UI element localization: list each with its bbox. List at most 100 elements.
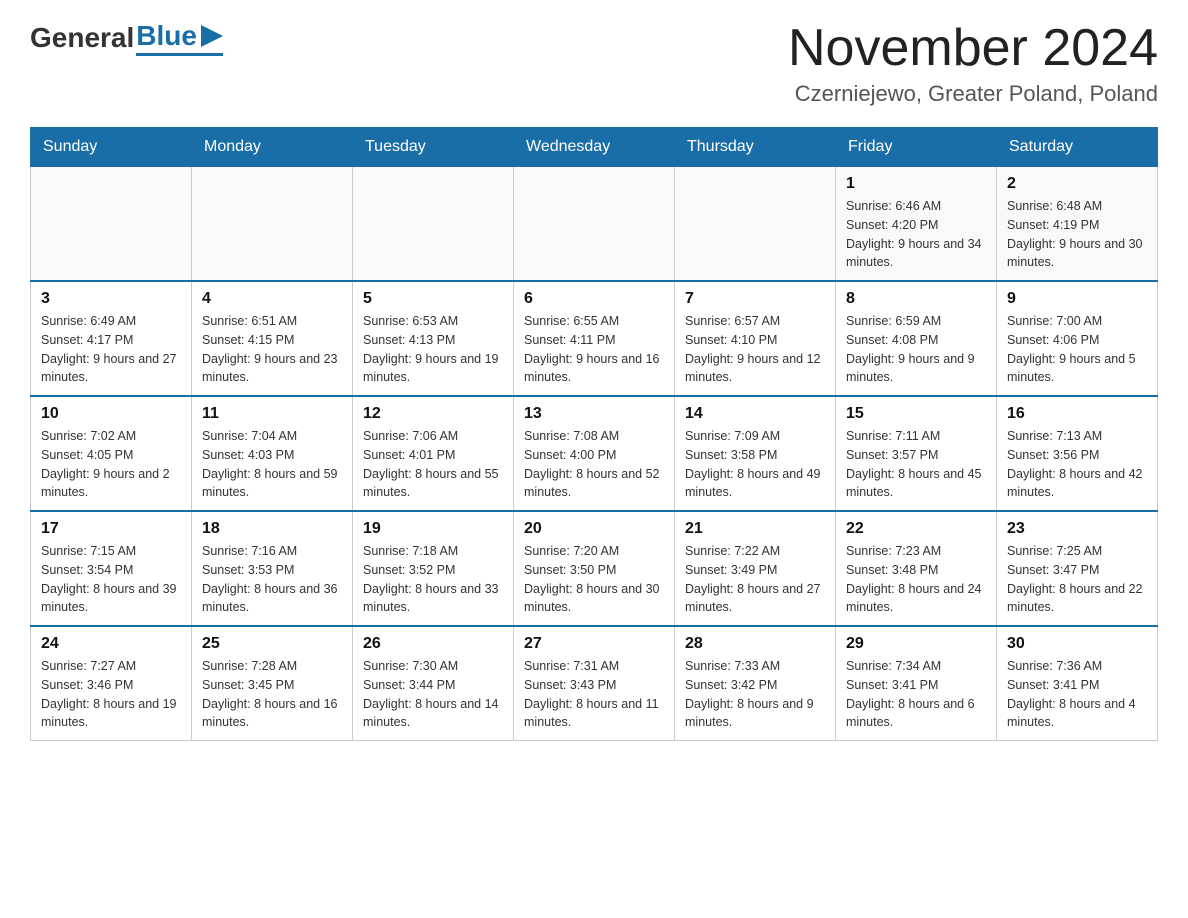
calendar-cell: 8 Sunrise: 6:59 AMSunset: 4:08 PMDaylight… [836, 281, 997, 396]
calendar-cell: 25 Sunrise: 7:28 AMSunset: 3:45 PMDayligh… [192, 626, 353, 741]
calendar-cell: 7Sunrise: 6:57 AMSunset: 4:10 PMDaylight… [675, 281, 836, 396]
day-info: Sunrise: 7:33 AMSunset: 3:42 PMDaylight:… [685, 657, 825, 732]
calendar-cell: 27 Sunrise: 7:31 AMSunset: 3:43 PMDayligh… [514, 626, 675, 741]
day-number: 25 [202, 635, 342, 653]
day-number: 22 [846, 520, 986, 538]
calendar-cell: 14 Sunrise: 7:09 AMSunset: 3:58 PMDayligh… [675, 396, 836, 511]
calendar-cell: 5Sunrise: 6:53 AMSunset: 4:13 PMDaylight… [353, 281, 514, 396]
day-number: 21 [685, 520, 825, 538]
day-info: Sunrise: 7:34 AMSunset: 3:41 PMDaylight:… [846, 657, 986, 732]
calendar-week-row: 1 Sunrise: 6:46 AMSunset: 4:20 PMDaylight… [31, 167, 1158, 282]
month-title: November 2024 [788, 20, 1158, 77]
day-info: Sunrise: 7:02 AMSunset: 4:05 PMDaylight:… [41, 427, 181, 502]
calendar-cell [192, 167, 353, 282]
day-info: Sunrise: 6:53 AMSunset: 4:13 PMDaylight:… [363, 312, 503, 387]
calendar-cell: 12 Sunrise: 7:06 AMSunset: 4:01 PMDayligh… [353, 396, 514, 511]
day-number: 17 [41, 520, 181, 538]
calendar-week-row: 17 Sunrise: 7:15 AMSunset: 3:54 PMDayligh… [31, 511, 1158, 626]
day-number: 7 [685, 290, 825, 308]
calendar-cell: 2Sunrise: 6:48 AMSunset: 4:19 PMDaylight… [997, 167, 1158, 282]
weekday-header-tuesday: Tuesday [353, 128, 514, 167]
calendar-table: SundayMondayTuesdayWednesdayThursdayFrid… [30, 127, 1158, 741]
day-info: Sunrise: 6:59 AMSunset: 4:08 PMDaylight:… [846, 312, 986, 387]
calendar-cell: 26Sunrise: 7:30 AMSunset: 3:44 PMDayligh… [353, 626, 514, 741]
calendar-cell: 15 Sunrise: 7:11 AMSunset: 3:57 PMDayligh… [836, 396, 997, 511]
day-number: 3 [41, 290, 181, 308]
day-info: Sunrise: 7:15 AMSunset: 3:54 PMDaylight:… [41, 542, 181, 617]
day-info: Sunrise: 6:46 AMSunset: 4:20 PMDaylight:… [846, 197, 986, 272]
day-number: 9 [1007, 290, 1147, 308]
calendar-cell: 11 Sunrise: 7:04 AMSunset: 4:03 PMDayligh… [192, 396, 353, 511]
calendar-cell [353, 167, 514, 282]
weekday-header-saturday: Saturday [997, 128, 1158, 167]
day-info: Sunrise: 7:13 AMSunset: 3:56 PMDaylight:… [1007, 427, 1147, 502]
logo-blue-text: Blue [136, 20, 197, 52]
day-number: 18 [202, 520, 342, 538]
calendar-cell: 24 Sunrise: 7:27 AMSunset: 3:46 PMDayligh… [31, 626, 192, 741]
calendar-cell: 3 Sunrise: 6:49 AMSunset: 4:17 PMDaylight… [31, 281, 192, 396]
logo-blue-part: Blue [136, 20, 223, 56]
day-info: Sunrise: 6:48 AMSunset: 4:19 PMDaylight:… [1007, 197, 1147, 272]
calendar-cell: 1 Sunrise: 6:46 AMSunset: 4:20 PMDaylight… [836, 167, 997, 282]
day-number: 4 [202, 290, 342, 308]
calendar-cell: 23 Sunrise: 7:25 AMSunset: 3:47 PMDayligh… [997, 511, 1158, 626]
logo-arrow-icon [201, 25, 223, 47]
calendar-cell: 22 Sunrise: 7:23 AMSunset: 3:48 PMDayligh… [836, 511, 997, 626]
calendar-cell: 17 Sunrise: 7:15 AMSunset: 3:54 PMDayligh… [31, 511, 192, 626]
day-number: 10 [41, 405, 181, 423]
day-number: 29 [846, 635, 986, 653]
day-info: Sunrise: 7:06 AMSunset: 4:01 PMDaylight:… [363, 427, 503, 502]
day-number: 12 [363, 405, 503, 423]
day-number: 6 [524, 290, 664, 308]
day-number: 27 [524, 635, 664, 653]
calendar-cell [675, 167, 836, 282]
day-number: 20 [524, 520, 664, 538]
day-info: Sunrise: 7:31 AMSunset: 3:43 PMDaylight:… [524, 657, 664, 732]
day-info: Sunrise: 7:09 AMSunset: 3:58 PMDaylight:… [685, 427, 825, 502]
day-number: 14 [685, 405, 825, 423]
day-number: 15 [846, 405, 986, 423]
calendar-cell: 18Sunrise: 7:16 AMSunset: 3:53 PMDayligh… [192, 511, 353, 626]
day-info: Sunrise: 7:27 AMSunset: 3:46 PMDaylight:… [41, 657, 181, 732]
weekday-header-monday: Monday [192, 128, 353, 167]
day-number: 30 [1007, 635, 1147, 653]
day-number: 1 [846, 175, 986, 193]
day-number: 13 [524, 405, 664, 423]
weekday-header-wednesday: Wednesday [514, 128, 675, 167]
weekday-header-friday: Friday [836, 128, 997, 167]
logo: General Blue [30, 20, 223, 56]
day-info: Sunrise: 7:23 AMSunset: 3:48 PMDaylight:… [846, 542, 986, 617]
day-number: 19 [363, 520, 503, 538]
day-info: Sunrise: 7:11 AMSunset: 3:57 PMDaylight:… [846, 427, 986, 502]
day-number: 11 [202, 405, 342, 423]
day-info: Sunrise: 7:08 AMSunset: 4:00 PMDaylight:… [524, 427, 664, 502]
calendar-cell [514, 167, 675, 282]
day-number: 16 [1007, 405, 1147, 423]
day-info: Sunrise: 7:00 AMSunset: 4:06 PMDaylight:… [1007, 312, 1147, 387]
day-info: Sunrise: 7:04 AMSunset: 4:03 PMDaylight:… [202, 427, 342, 502]
calendar-week-row: 10 Sunrise: 7:02 AMSunset: 4:05 PMDayligh… [31, 396, 1158, 511]
day-number: 26 [363, 635, 503, 653]
day-info: Sunrise: 6:49 AMSunset: 4:17 PMDaylight:… [41, 312, 181, 387]
calendar-cell [31, 167, 192, 282]
calendar-week-row: 3 Sunrise: 6:49 AMSunset: 4:17 PMDaylight… [31, 281, 1158, 396]
calendar-cell: 9 Sunrise: 7:00 AMSunset: 4:06 PMDaylight… [997, 281, 1158, 396]
calendar-cell: 16 Sunrise: 7:13 AMSunset: 3:56 PMDayligh… [997, 396, 1158, 511]
calendar-cell: 4Sunrise: 6:51 AMSunset: 4:15 PMDaylight… [192, 281, 353, 396]
day-info: Sunrise: 7:25 AMSunset: 3:47 PMDaylight:… [1007, 542, 1147, 617]
day-number: 8 [846, 290, 986, 308]
day-number: 23 [1007, 520, 1147, 538]
calendar-cell: 19 Sunrise: 7:18 AMSunset: 3:52 PMDayligh… [353, 511, 514, 626]
day-number: 24 [41, 635, 181, 653]
location-title: Czerniejewo, Greater Poland, Poland [788, 81, 1158, 107]
calendar-cell: 29 Sunrise: 7:34 AMSunset: 3:41 PMDayligh… [836, 626, 997, 741]
calendar-cell: 21Sunrise: 7:22 AMSunset: 3:49 PMDayligh… [675, 511, 836, 626]
calendar-cell: 28Sunrise: 7:33 AMSunset: 3:42 PMDayligh… [675, 626, 836, 741]
day-info: Sunrise: 7:18 AMSunset: 3:52 PMDaylight:… [363, 542, 503, 617]
weekday-header-row: SundayMondayTuesdayWednesdayThursdayFrid… [31, 128, 1158, 167]
day-info: Sunrise: 7:28 AMSunset: 3:45 PMDaylight:… [202, 657, 342, 732]
day-info: Sunrise: 6:55 AMSunset: 4:11 PMDaylight:… [524, 312, 664, 387]
calendar-cell: 6 Sunrise: 6:55 AMSunset: 4:11 PMDaylight… [514, 281, 675, 396]
day-info: Sunrise: 7:20 AMSunset: 3:50 PMDaylight:… [524, 542, 664, 617]
weekday-header-thursday: Thursday [675, 128, 836, 167]
